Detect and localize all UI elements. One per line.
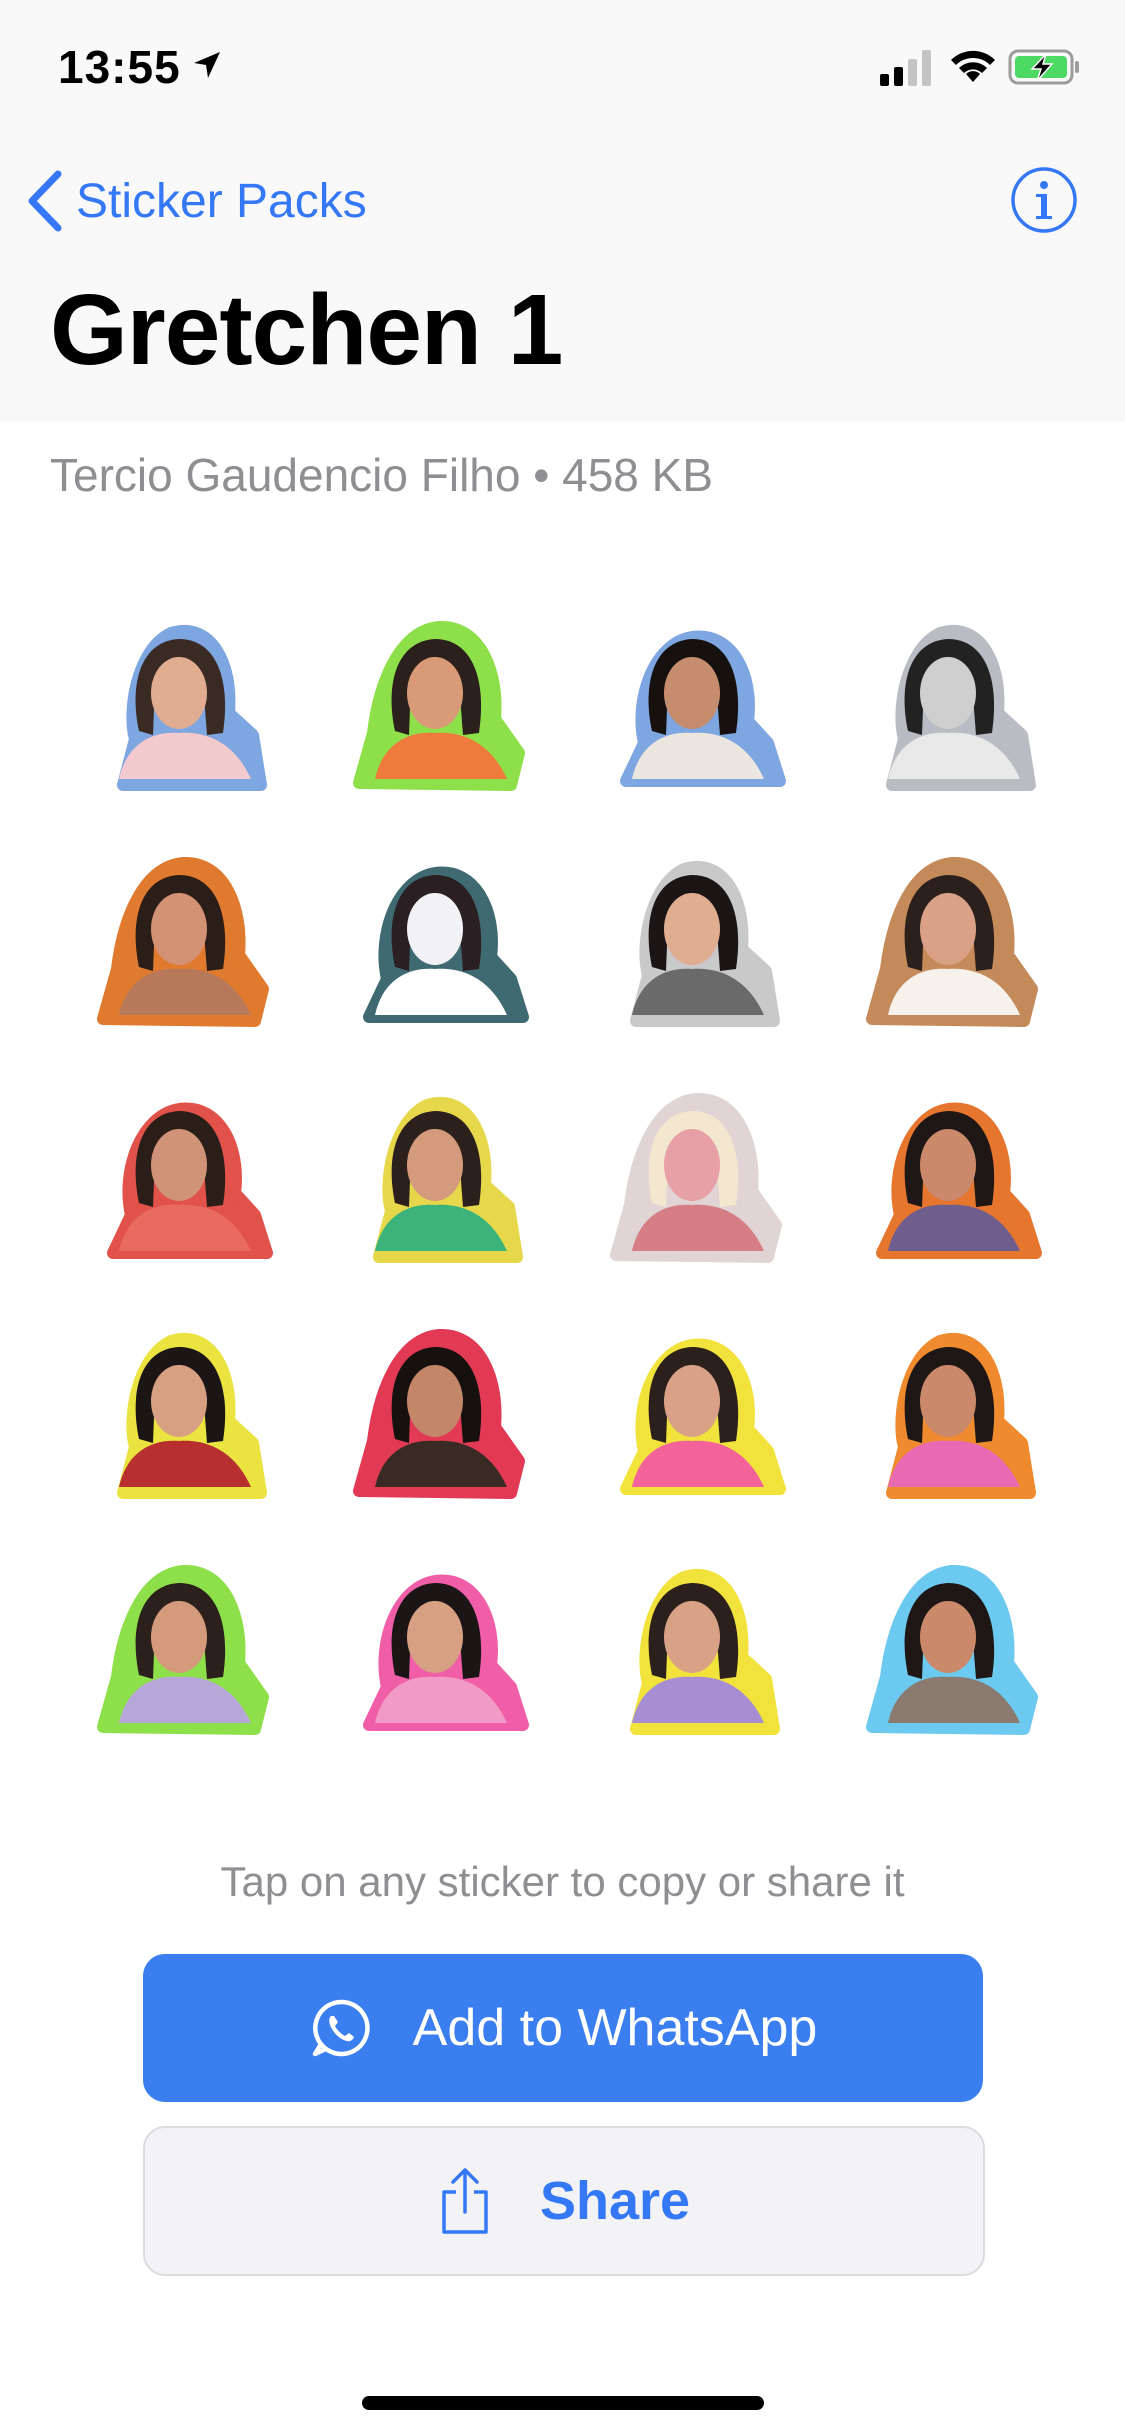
sticker-image xyxy=(97,857,270,1027)
back-button[interactable]: Sticker Packs xyxy=(24,166,367,236)
sticker-image xyxy=(885,625,1036,791)
sticker-image xyxy=(107,1102,274,1259)
battery-charging-icon xyxy=(1008,49,1079,85)
page-title: Gretchen 1 xyxy=(50,274,563,386)
sticker-image xyxy=(865,857,1038,1027)
sticker[interactable] xyxy=(50,1524,306,1760)
sticker[interactable] xyxy=(50,1052,306,1288)
sticker-image xyxy=(117,1333,268,1499)
sticker[interactable] xyxy=(50,580,306,816)
sticker[interactable] xyxy=(563,816,819,1052)
back-button-label: Sticker Packs xyxy=(76,174,367,228)
sticker-image xyxy=(117,625,268,791)
status-time: 13:55 xyxy=(58,41,181,93)
sticker[interactable] xyxy=(819,1288,1075,1524)
location-arrow-icon xyxy=(194,52,220,78)
sticker-image xyxy=(363,866,530,1023)
sticker[interactable] xyxy=(819,1524,1075,1760)
sticker[interactable] xyxy=(819,816,1075,1052)
sticker-image xyxy=(865,1565,1038,1735)
add-to-whatsapp-button[interactable]: Add to WhatsApp xyxy=(143,1954,983,2102)
navigation-header: Sticker Packs Gretchen 1 xyxy=(0,132,1125,422)
sticker-image xyxy=(619,630,786,787)
sticker[interactable] xyxy=(306,580,562,816)
home-indicator xyxy=(362,2396,764,2410)
sticker[interactable] xyxy=(50,816,306,1052)
wifi-icon xyxy=(951,50,995,82)
sticker-image xyxy=(875,1102,1042,1259)
info-icon[interactable] xyxy=(1010,166,1078,234)
sticker-image xyxy=(97,1565,270,1735)
sticker[interactable] xyxy=(306,816,562,1052)
share-icon xyxy=(442,2168,488,2234)
sticker[interactable] xyxy=(563,580,819,816)
share-label: Share xyxy=(539,2171,691,2231)
sticker[interactable] xyxy=(819,1052,1075,1288)
sticker[interactable] xyxy=(819,580,1075,816)
sticker[interactable] xyxy=(306,1288,562,1524)
sticker[interactable] xyxy=(306,1524,562,1760)
chevron-left-icon xyxy=(28,170,62,232)
sticker-image xyxy=(609,1093,782,1263)
sticker[interactable] xyxy=(563,1524,819,1760)
sticker-image xyxy=(629,1569,780,1735)
cellular-signal-icon xyxy=(880,50,931,86)
sticker-grid xyxy=(50,580,1075,1760)
sticker-image xyxy=(885,1333,1036,1499)
pack-author-size: Tercio Gaudencio Filho • 458 KB xyxy=(50,449,714,501)
sticker-image xyxy=(629,861,780,1027)
sticker[interactable] xyxy=(306,1052,562,1288)
sticker-image xyxy=(353,1329,526,1499)
sticker[interactable] xyxy=(563,1288,819,1524)
share-button[interactable]: Share xyxy=(143,2126,985,2276)
sticker[interactable] xyxy=(563,1052,819,1288)
status-bar: 13:55 xyxy=(0,0,1125,132)
hint-text: Tap on any sticker to copy or share it xyxy=(220,1858,905,1905)
sticker-image xyxy=(373,1097,524,1263)
sticker-image xyxy=(363,1574,530,1731)
add-to-whatsapp-label: Add to WhatsApp xyxy=(412,1999,818,2057)
sticker-image xyxy=(619,1338,786,1495)
sticker-image xyxy=(353,621,526,791)
sticker[interactable] xyxy=(50,1288,306,1524)
whatsapp-icon xyxy=(312,1999,370,2057)
